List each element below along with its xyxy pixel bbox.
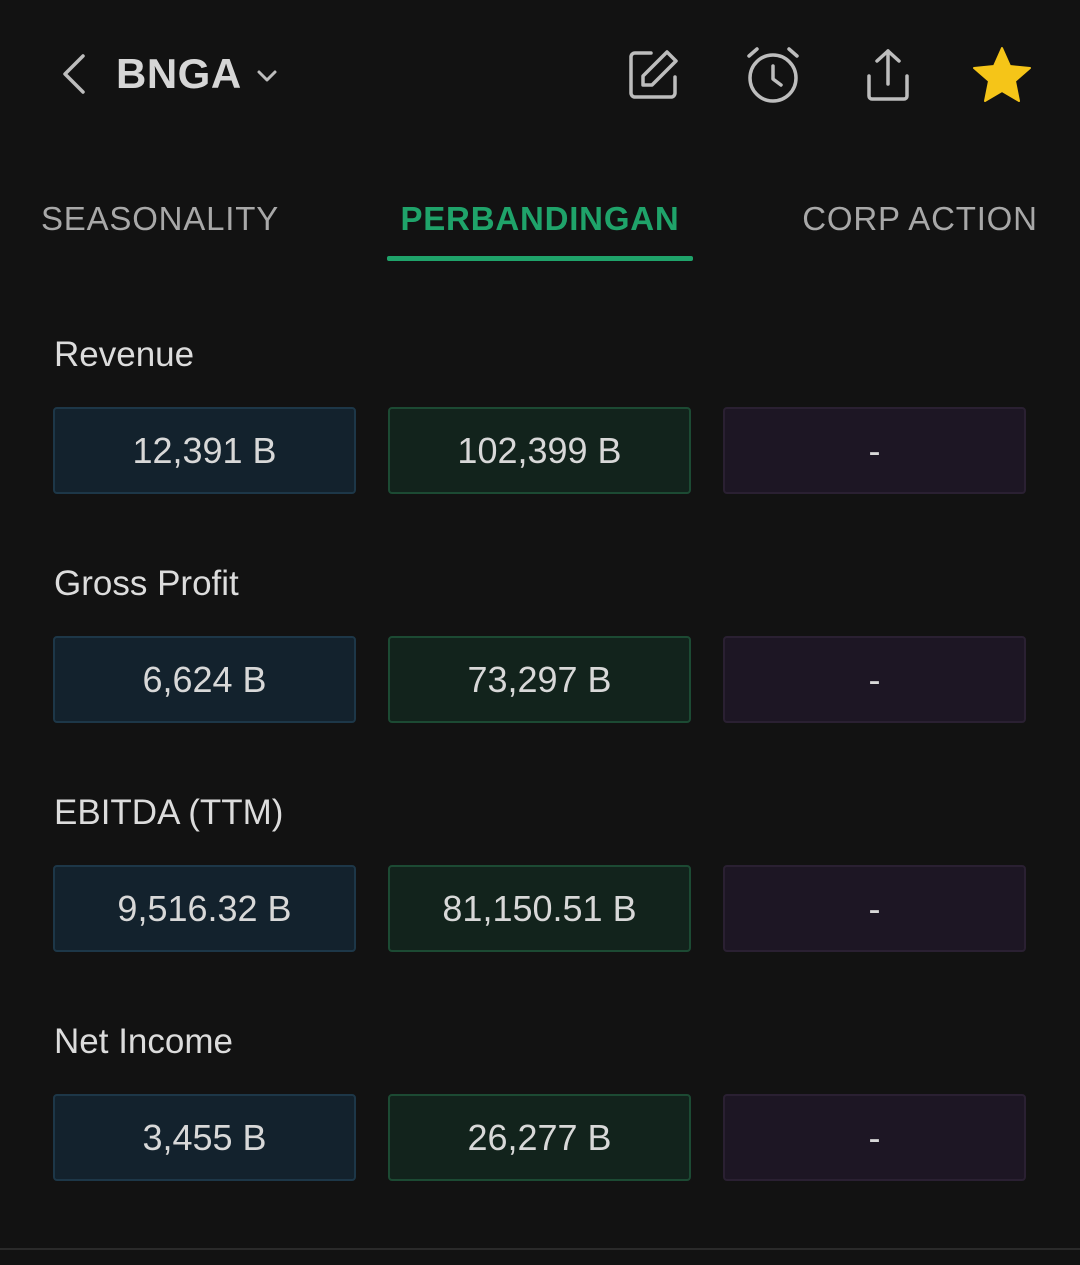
net-income-value-1[interactable]: 3,455 B — [53, 1094, 356, 1181]
revenue-value-3[interactable]: - — [723, 407, 1026, 494]
tab-seasonality[interactable]: SEASONALITY — [40, 180, 280, 262]
ticker-symbol: BNGA — [116, 50, 242, 97]
metric-label-ebitda: EBITDA (TTM) — [54, 793, 284, 832]
alarm-button[interactable] — [738, 40, 808, 110]
bottom-divider — [0, 1248, 1080, 1250]
ticker-selector[interactable]: BNGA — [116, 44, 278, 104]
ebitda-value-1[interactable]: 9,516.32 B — [53, 865, 356, 952]
alarm-icon — [747, 47, 799, 103]
active-tab-indicator — [387, 256, 693, 261]
tab-bar: SEASONALITY PERBANDINGAN CORP ACTION — [0, 180, 1080, 262]
revenue-value-1[interactable]: 12,391 B — [53, 407, 356, 494]
tab-corp-action[interactable]: CORP ACTION — [800, 180, 1040, 262]
gross-profit-value-2[interactable]: 73,297 B — [388, 636, 691, 723]
edit-button[interactable] — [618, 40, 688, 110]
metric-label-net-income: Net Income — [54, 1022, 233, 1061]
share-icon — [867, 49, 909, 101]
revenue-value-2[interactable]: 102,399 B — [388, 407, 691, 494]
share-button[interactable] — [853, 40, 923, 110]
metric-label-gross-profit: Gross Profit — [54, 564, 239, 603]
back-chevron-icon — [63, 54, 85, 94]
edit-icon — [629, 50, 678, 99]
metric-label-revenue: Revenue — [54, 335, 195, 374]
tab-perbandingan[interactable]: PERBANDINGAN — [387, 180, 693, 262]
gross-profit-value-3[interactable]: - — [723, 636, 1026, 723]
net-income-value-2[interactable]: 26,277 B — [388, 1094, 691, 1181]
ebitda-value-2[interactable]: 81,150.51 B — [388, 865, 691, 952]
ebitda-value-3[interactable]: - — [723, 865, 1026, 952]
net-income-value-3[interactable]: - — [723, 1094, 1026, 1181]
back-button[interactable] — [52, 48, 96, 100]
star-icon — [973, 47, 1031, 102]
header-bar: BNGA — [0, 0, 1080, 150]
favorite-button[interactable] — [967, 40, 1037, 110]
chevron-down-icon — [256, 69, 278, 83]
gross-profit-value-1[interactable]: 6,624 B — [53, 636, 356, 723]
